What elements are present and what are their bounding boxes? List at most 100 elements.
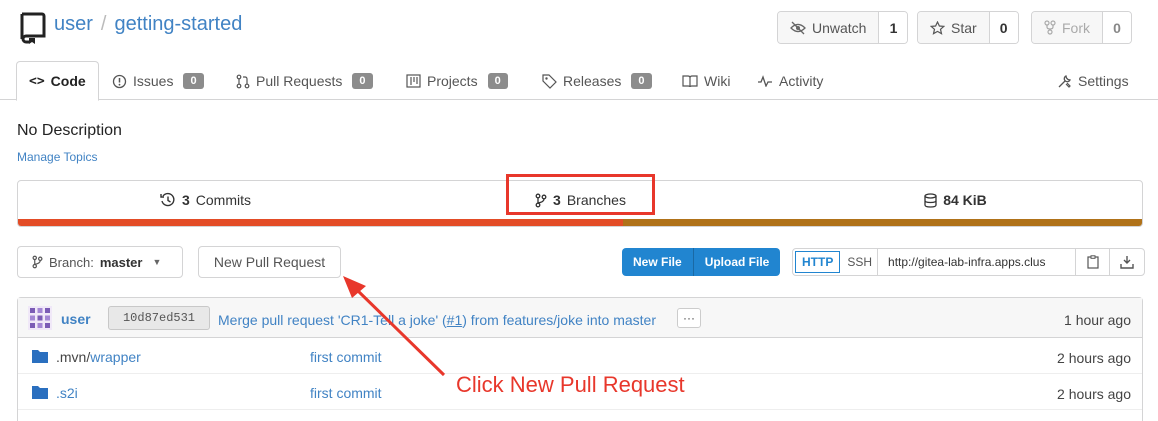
file-time: 2 hours ago bbox=[1057, 386, 1131, 402]
repo-title: user / getting-started bbox=[54, 13, 242, 36]
unwatch-button[interactable]: Unwatch bbox=[778, 12, 880, 43]
git-branch-icon bbox=[32, 255, 43, 269]
clone-url-field[interactable]: http://gitea-lab-infra.apps.clus bbox=[878, 249, 1077, 275]
unwatch-label: Unwatch bbox=[812, 19, 867, 36]
commit-sha-button[interactable]: 10d87ed531 bbox=[108, 306, 210, 330]
commit-author[interactable]: user bbox=[61, 311, 91, 327]
tag-icon bbox=[542, 73, 557, 89]
tab-settings[interactable]: Settings bbox=[1057, 61, 1129, 101]
folder-icon bbox=[32, 386, 48, 399]
commits-count: 3 bbox=[181, 192, 190, 208]
clipboard-icon bbox=[1086, 255, 1099, 269]
file-name[interactable]: .s2i bbox=[56, 385, 78, 401]
eye-slash-icon bbox=[790, 21, 806, 34]
commit-expand-button[interactable]: ··· bbox=[677, 308, 701, 328]
manage-topics-link[interactable]: Manage Topics bbox=[17, 150, 98, 164]
tab-issues[interactable]: Issues 0 bbox=[112, 61, 204, 101]
star-icon bbox=[930, 20, 945, 35]
tab-settings-label: Settings bbox=[1078, 73, 1129, 89]
table-row[interactable]: .mvn/wrapper first commit 2 hours ago bbox=[18, 338, 1142, 374]
fork-count[interactable]: 0 bbox=[1103, 12, 1131, 43]
download-button[interactable] bbox=[1110, 249, 1144, 275]
tab-projects[interactable]: Projects 0 bbox=[406, 61, 508, 101]
caret-down-icon: ▼ bbox=[152, 257, 162, 267]
folder-icon bbox=[32, 350, 48, 363]
copy-url-button[interactable] bbox=[1076, 249, 1111, 275]
issues-count-badge: 0 bbox=[183, 73, 204, 89]
tab-issues-label: Issues bbox=[133, 73, 174, 89]
watch-button-group[interactable]: Unwatch 1 bbox=[777, 11, 909, 44]
tab-wiki[interactable]: Wiki bbox=[682, 61, 730, 101]
pulse-icon bbox=[758, 75, 772, 87]
repo-description: No Description bbox=[17, 122, 122, 139]
pull-requests-count-badge: 0 bbox=[352, 73, 373, 89]
tab-releases[interactable]: Releases 0 bbox=[542, 61, 652, 101]
releases-count-badge: 0 bbox=[631, 73, 652, 89]
branches-highlight-box bbox=[506, 174, 655, 215]
size-stat: 84 KiB bbox=[768, 181, 1142, 219]
branch-prefix: Branch: bbox=[49, 254, 94, 270]
repo-separator: / bbox=[100, 13, 107, 35]
clone-ssh-button[interactable]: SSH bbox=[842, 249, 879, 275]
avatar[interactable] bbox=[28, 306, 52, 330]
clone-http-button[interactable]: HTTP bbox=[795, 251, 841, 273]
watch-count[interactable]: 1 bbox=[879, 12, 908, 43]
new-pull-request-button[interactable]: New Pull Request bbox=[198, 246, 341, 278]
repo-icon bbox=[20, 12, 46, 44]
file-actions: New File Upload File bbox=[622, 248, 781, 276]
projects-count-badge: 0 bbox=[487, 73, 508, 89]
issue-opened-icon bbox=[112, 74, 127, 88]
code-icon: <> bbox=[29, 73, 45, 89]
fork-icon bbox=[1044, 20, 1056, 35]
file-table: user 10d87ed531 Merge pull request 'CR1-… bbox=[17, 297, 1143, 421]
star-button-group[interactable]: Star 0 bbox=[917, 11, 1019, 44]
file-name[interactable]: .mvn/wrapper bbox=[56, 349, 141, 365]
tab-activity-label: Activity bbox=[779, 73, 824, 89]
download-icon bbox=[1120, 256, 1134, 269]
file-time: 2 hours ago bbox=[1057, 350, 1131, 366]
repo-size: 84 KiB bbox=[943, 192, 987, 208]
language-bar-java bbox=[623, 219, 1142, 226]
upload-file-button[interactable]: Upload File bbox=[692, 248, 781, 276]
commit-message-prefix: Merge pull request 'CR1-Tell a joke' ( bbox=[218, 312, 447, 328]
clone-panel: HTTP SSH http://gitea-lab-infra.apps.clu… bbox=[792, 248, 1146, 276]
file-path-prefix: .mvn/ bbox=[56, 349, 91, 365]
file-name-link[interactable]: wrapper bbox=[90, 349, 141, 365]
database-icon bbox=[924, 192, 937, 208]
commits-stat[interactable]: 3 Commits bbox=[18, 181, 393, 219]
tab-activity[interactable]: Activity bbox=[757, 61, 823, 101]
language-bar-html bbox=[18, 219, 623, 226]
tab-pull-requests[interactable]: Pull Requests 0 bbox=[236, 61, 373, 101]
annotation-text: Click New Pull Request bbox=[456, 372, 685, 397]
repo-name-link[interactable]: getting-started bbox=[114, 13, 242, 35]
fork-label: Fork bbox=[1062, 19, 1090, 36]
file-commit-message[interactable]: first commit bbox=[310, 349, 382, 365]
commit-time: 1 hour ago bbox=[1064, 312, 1131, 328]
fork-button[interactable]: Fork bbox=[1032, 12, 1103, 43]
file-name-link[interactable]: .s2i bbox=[56, 385, 78, 401]
tab-releases-label: Releases bbox=[563, 73, 622, 89]
repo-owner-link[interactable]: user bbox=[54, 13, 93, 35]
latest-commit-row: user 10d87ed531 Merge pull request 'CR1-… bbox=[18, 298, 1142, 338]
book-icon bbox=[682, 74, 698, 87]
file-commit-message[interactable]: first commit bbox=[310, 385, 382, 401]
fork-button-group[interactable]: Fork 0 bbox=[1031, 11, 1132, 44]
repo-tabs: <> Code Issues 0 Pull Requests 0 Project… bbox=[16, 61, 1142, 101]
new-file-button[interactable]: New File bbox=[622, 248, 693, 276]
tab-pull-requests-label: Pull Requests bbox=[256, 73, 343, 89]
star-count[interactable]: 0 bbox=[989, 12, 1018, 43]
tab-code[interactable]: <> Code bbox=[16, 61, 99, 101]
tab-wiki-label: Wiki bbox=[704, 73, 731, 89]
star-button[interactable]: Star bbox=[918, 12, 990, 43]
branch-dropdown[interactable]: Branch: master ▼ bbox=[17, 246, 183, 278]
star-label: Star bbox=[951, 19, 977, 36]
commit-pr-link[interactable]: #1 bbox=[447, 312, 463, 328]
commit-message[interactable]: Merge pull request 'CR1-Tell a joke' (#1… bbox=[218, 312, 656, 328]
tools-icon bbox=[1058, 74, 1071, 88]
commit-message-suffix: ) from features/joke into master bbox=[462, 312, 656, 328]
commits-label: Commits bbox=[195, 192, 252, 208]
tab-code-label: Code bbox=[50, 73, 86, 89]
tab-projects-label: Projects bbox=[427, 73, 478, 89]
pull-request-icon bbox=[236, 74, 250, 88]
project-icon bbox=[406, 74, 421, 88]
